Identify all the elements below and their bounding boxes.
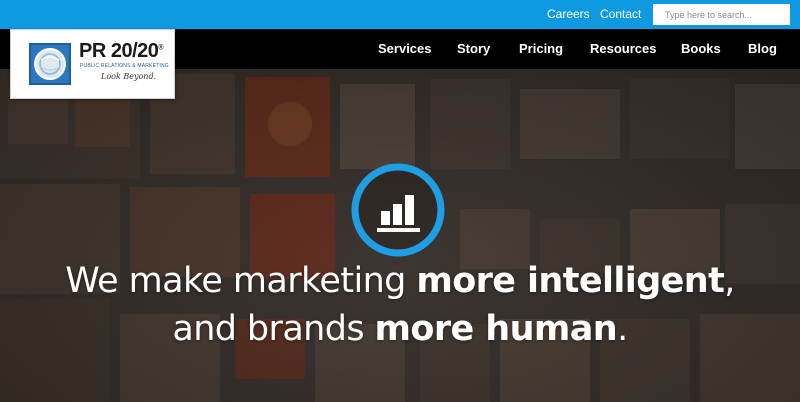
nav-books[interactable]: Books	[681, 41, 721, 56]
nav-blog[interactable]: Blog	[748, 41, 777, 56]
logo-brand: PR 20/20®	[79, 40, 164, 62]
search-input[interactable]	[653, 4, 790, 25]
nav-pricing[interactable]: Pricing	[519, 41, 563, 56]
bar-chart-icon	[351, 163, 445, 257]
utility-bar: Careers Contact	[0, 0, 800, 29]
contact-link[interactable]: Contact	[600, 7, 641, 21]
logo-emblem-icon	[29, 43, 71, 85]
nav-story[interactable]: Story	[457, 41, 490, 56]
logo-tagline: PUBLIC RELATIONS & MARKETING	[80, 63, 169, 69]
hero-section: We make marketing more intelligent, and …	[0, 69, 800, 402]
hero-headline-line2: and brands more human.	[172, 309, 628, 349]
logo-motto: Look Beyond.	[101, 72, 157, 81]
logo[interactable]: PR 20/20® PUBLIC RELATIONS & MARKETING L…	[10, 29, 175, 99]
nav-services[interactable]: Services	[378, 41, 432, 56]
careers-link[interactable]: Careers	[547, 7, 590, 21]
hero-headline-line1: We make marketing more intelligent,	[65, 261, 735, 301]
nav-resources[interactable]: Resources	[590, 41, 656, 56]
